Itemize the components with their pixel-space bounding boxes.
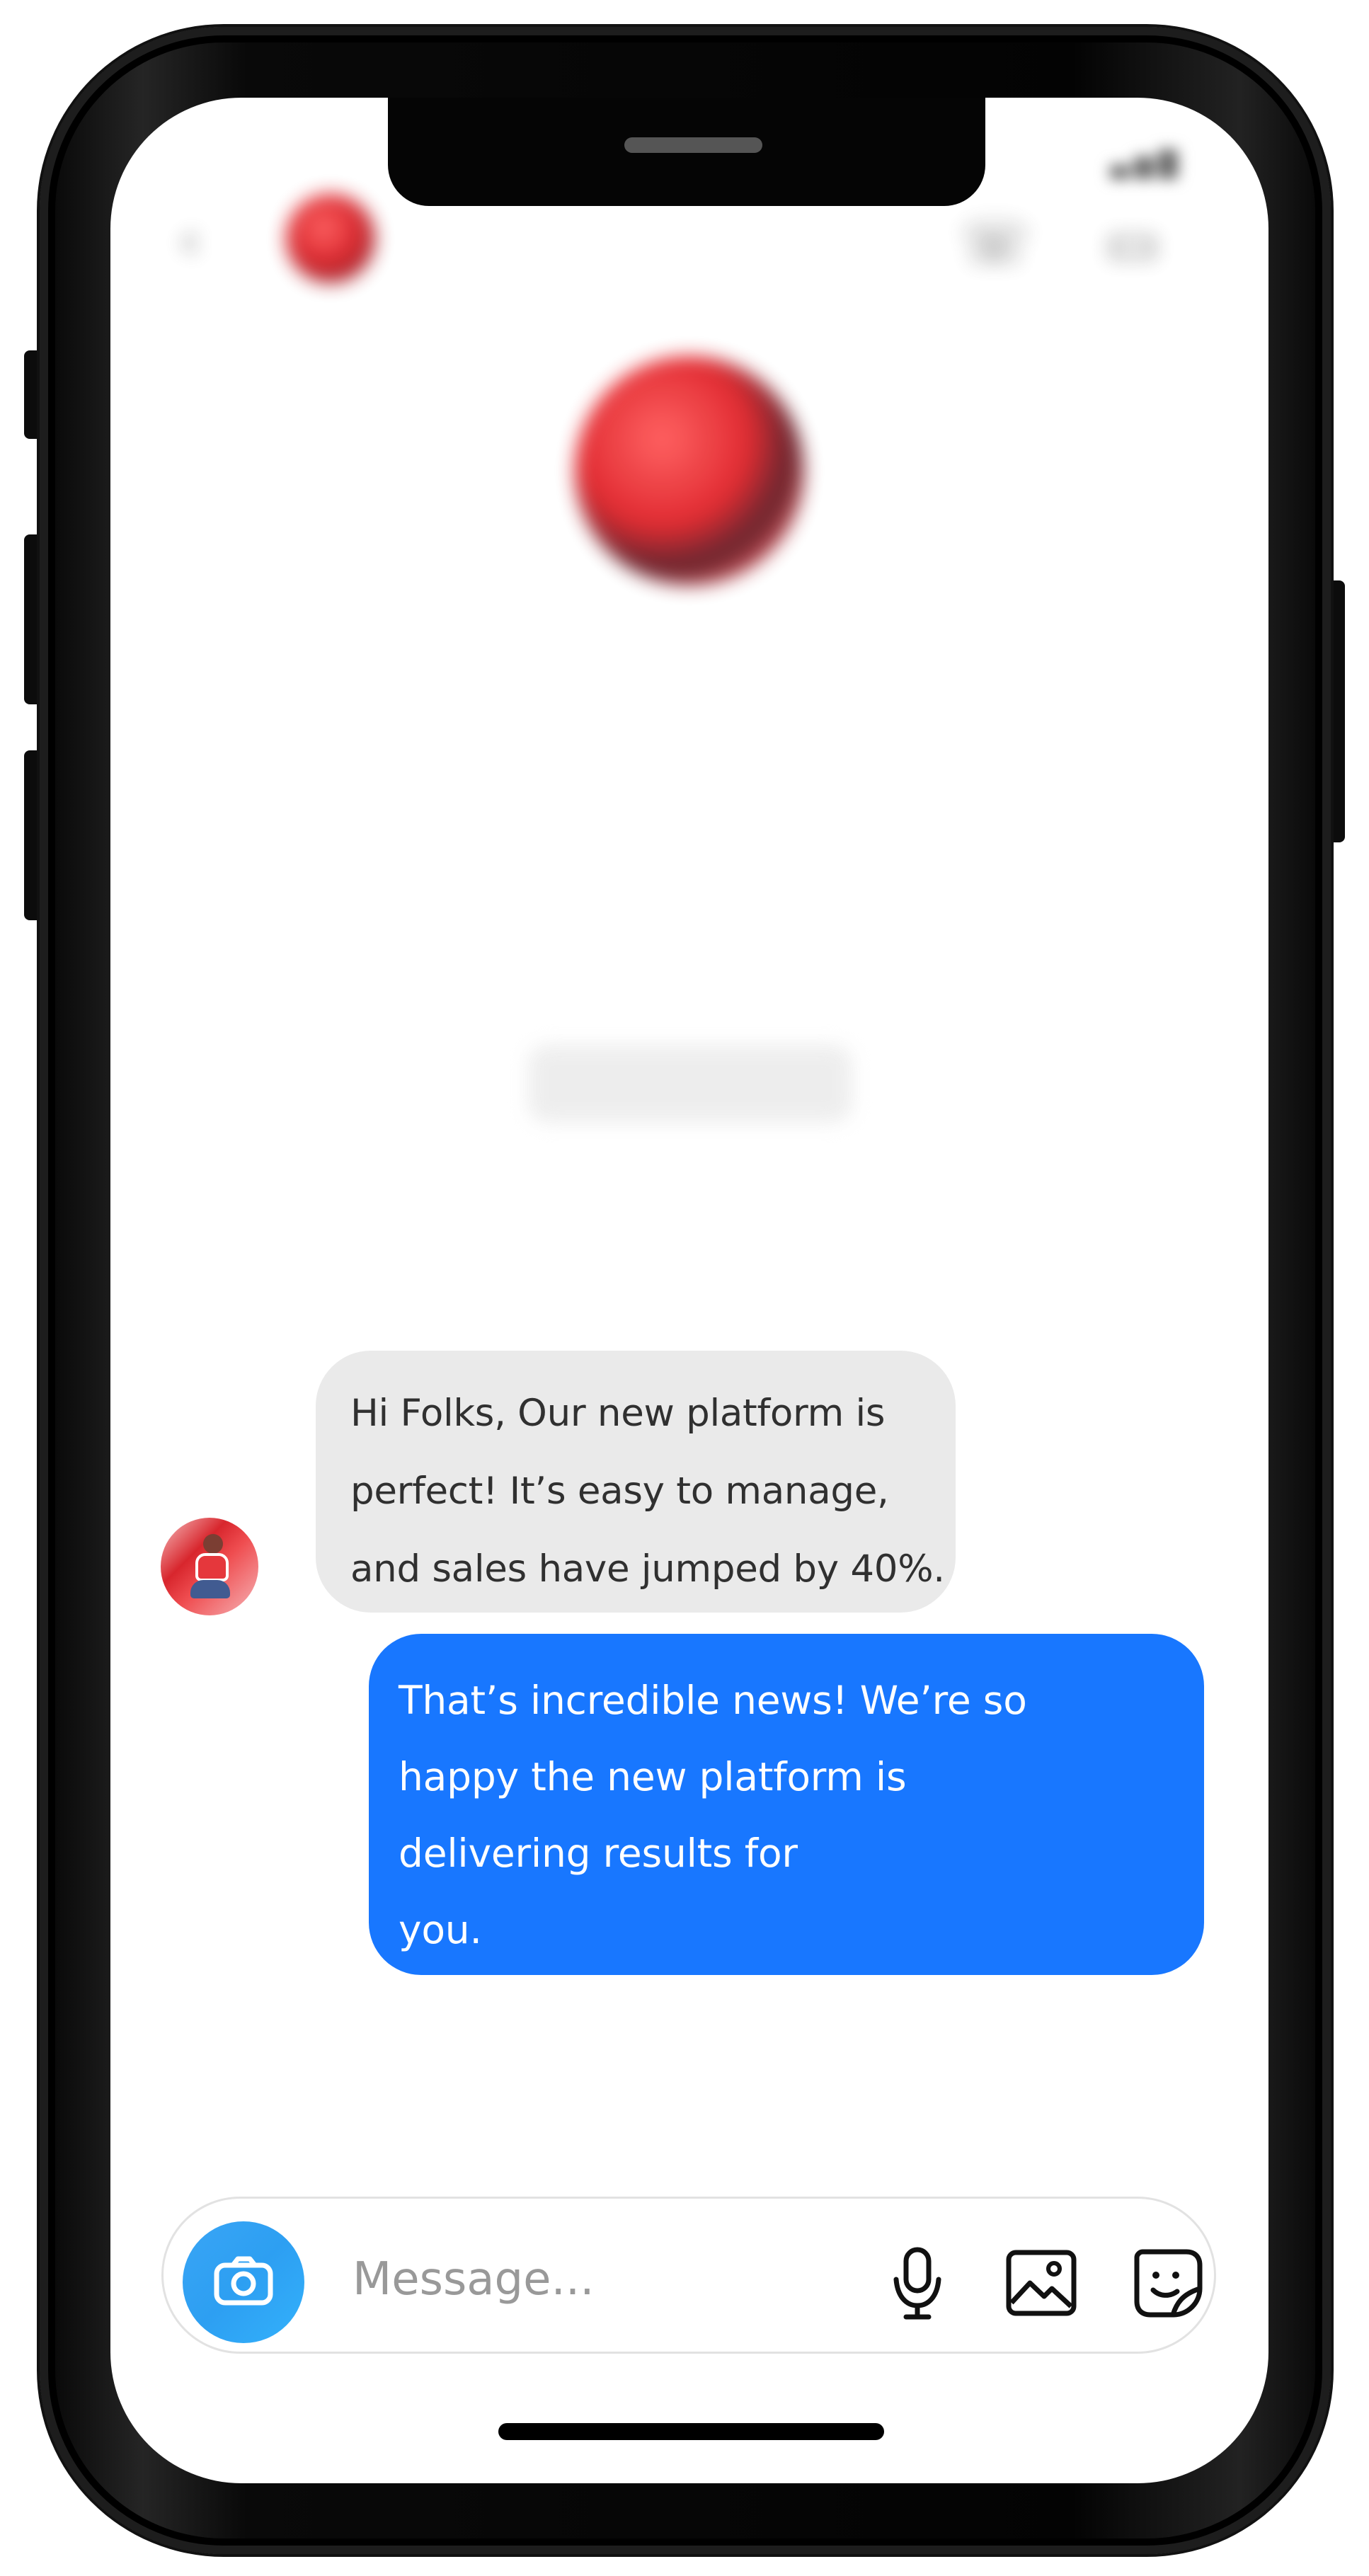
status-time-blurred — [181, 140, 266, 179]
camera-icon — [214, 2256, 273, 2306]
microphone-icon — [893, 2247, 941, 2320]
sticker-icon — [1134, 2249, 1203, 2318]
gallery-button[interactable] — [999, 2240, 1084, 2325]
camera-button[interactable] — [183, 2221, 304, 2343]
profile-name-blurred — [538, 650, 842, 699]
contact-name-blurred — [413, 204, 561, 239]
outgoing-message-bubble[interactable]: That’s incredible news! We’re so happy t… — [369, 1634, 1204, 1975]
phone-icon[interactable]: ☏ — [953, 204, 1038, 282]
view-profile-button-blurred[interactable] — [528, 1045, 852, 1123]
phone-bottom-edge — [110, 2431, 1268, 2459]
microphone-button[interactable] — [875, 2240, 960, 2325]
instagram-chat-screen: ‹ ☏ ▭ Hi Folks, Our new platform is perf… — [110, 98, 1268, 2483]
chevron-left-icon[interactable]: ‹ — [180, 216, 210, 265]
blurred-profile-header: ‹ ☏ ▭ — [110, 98, 1268, 1315]
phone-mockup-page: ‹ ☏ ▭ Hi Folks, Our new platform is perf… — [0, 0, 1369, 2576]
conversation-timestamp-blurred — [507, 1267, 875, 1303]
avatar[interactable] — [286, 194, 375, 283]
profile-avatar[interactable] — [575, 356, 804, 585]
gallery-icon — [1006, 2250, 1077, 2316]
avatar-person-illustration — [190, 1534, 230, 1603]
sticker-button[interactable] — [1125, 2240, 1210, 2325]
status-icons-blurred — [1097, 140, 1203, 179]
phone-notch — [388, 98, 985, 206]
speaker-grille — [624, 137, 762, 153]
message-input[interactable] — [351, 2233, 779, 2326]
contact-subtitle-blurred — [413, 257, 668, 285]
sender-avatar[interactable] — [161, 1518, 258, 1615]
video-icon[interactable]: ▭ — [1090, 204, 1175, 282]
incoming-message-bubble[interactable]: Hi Folks, Our new platform is perfect! I… — [316, 1351, 956, 1613]
